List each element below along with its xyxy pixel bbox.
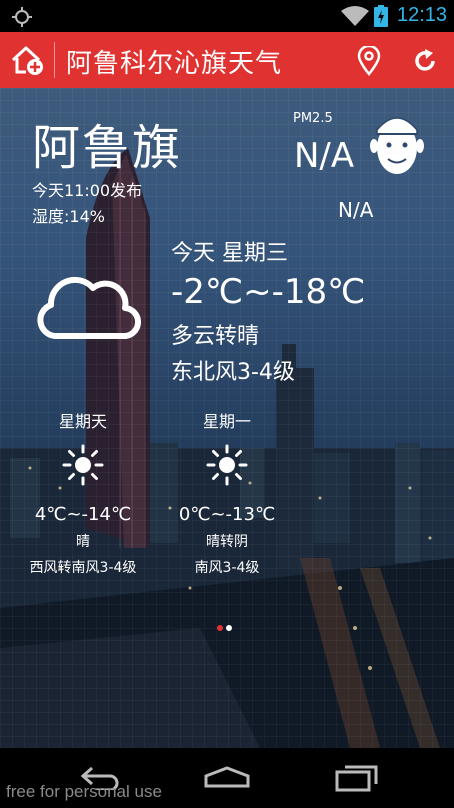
add-city-home-icon[interactable] [10,44,46,76]
status-bar: 12:13 [0,0,454,32]
today-temperature: -2℃~-18℃ [171,272,366,312]
recent-apps-icon[interactable] [335,764,379,792]
wifi-icon [341,6,369,26]
pm25-value: N/A [294,136,355,176]
today-wind: 东北风3-4级 [171,360,295,385]
watermark-text: free for personal use [6,782,162,801]
weather-panel[interactable]: 阿鲁旗 今天11:00发布 湿度:14% PM2.5 N/A N/A 今天 星期… [0,88,454,748]
page-dot-active[interactable] [217,625,223,631]
refresh-icon[interactable] [412,48,438,74]
appbar-divider [54,42,55,78]
sun-icon [206,444,248,486]
forecast-day: 星期天 [58,412,107,431]
forecast-wind: 西风转南风3-4级 [29,560,137,576]
forecast-temperature: 0℃~-13℃ [178,504,276,525]
page-indicator [217,616,235,635]
pm25-label: PM2.5 [293,111,333,126]
app-title: 阿鲁科尔沁旗天气 [66,49,283,79]
forecast-temperature: 4℃~-14℃ [34,504,132,525]
gps-icon [12,7,32,27]
forecast-item: 星期一 0℃~-13℃ 晴转阴 南风3-4级 [162,408,292,577]
forecast-day: 星期一 [202,412,251,431]
sun-icon [62,444,104,486]
pm25-status: N/A [338,198,374,222]
app-bar: 阿鲁科尔沁旗天气 [0,32,454,88]
forecast-condition: 晴转阴 [206,534,248,550]
forecast-wind: 南风3-4级 [194,560,260,576]
location-pin-icon[interactable] [355,46,383,76]
air-quality-face-icon [370,117,424,174]
today-condition: 多云转晴 [171,324,260,349]
forecast-item: 星期天 4℃~-14℃ 晴 西风转南风3-4级 [18,408,148,577]
humidity: 湿度:14% [32,207,105,226]
home-icon[interactable] [203,766,251,788]
battery-icon [374,5,388,27]
cloud-icon [37,276,142,340]
status-time: 12:13 [397,4,448,26]
forecast-condition: 晴 [76,534,90,550]
page-dot[interactable] [226,625,232,631]
publish-time: 今天11:00发布 [32,181,143,200]
city-name: 阿鲁旗 [32,120,183,176]
today-day: 今天 星期三 [171,241,288,266]
